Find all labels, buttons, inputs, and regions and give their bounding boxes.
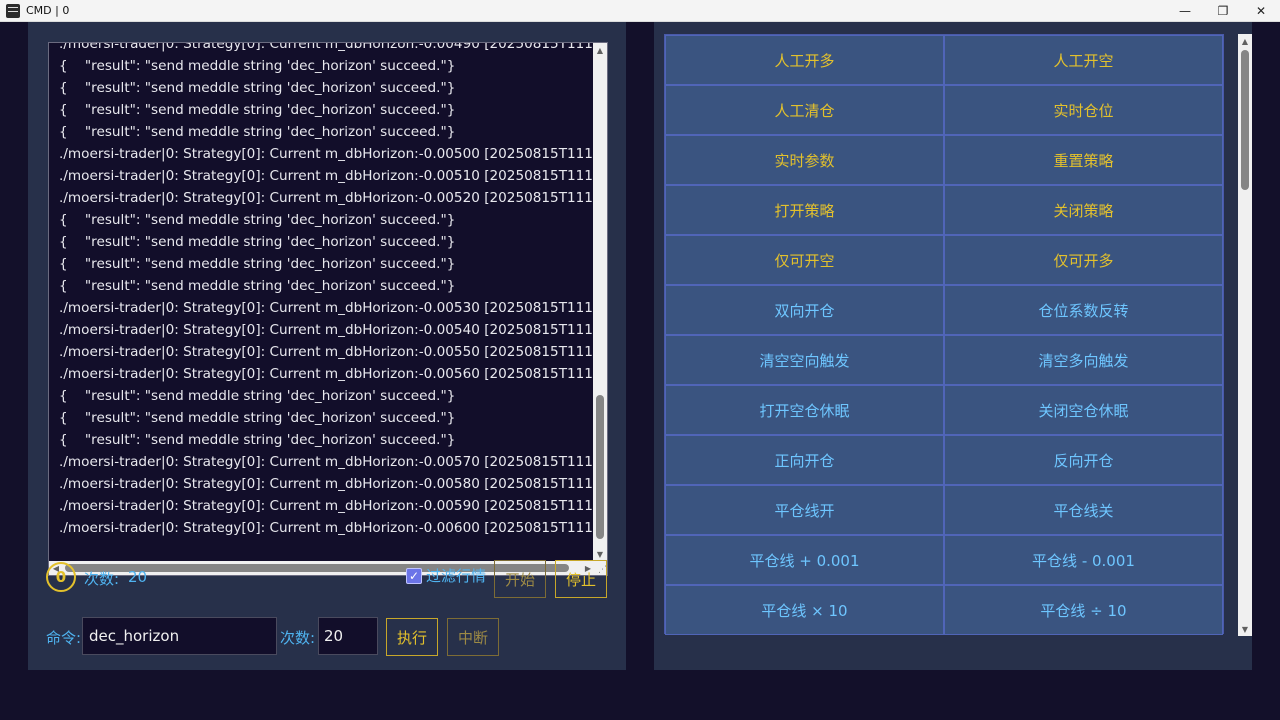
console-line: { "result": "send meddle string 'dec_hor… (59, 410, 456, 426)
command-input[interactable]: dec_horizon (82, 617, 277, 655)
action-button[interactable]: 正向开仓 (665, 435, 944, 485)
action-button[interactable]: 仅可开空 (665, 235, 944, 285)
left-panel: ./moersi-trader|0: Strategy[0]: Current … (28, 22, 626, 670)
action-button[interactable]: 关闭空仓休眠 (944, 385, 1223, 435)
filter-checkbox[interactable]: ✓ (406, 567, 422, 584)
count-badge: 0 (46, 562, 76, 592)
console-line: ./moersi-trader|0: Strategy[0]: Current … (59, 498, 595, 514)
execute-button[interactable]: 执行 (386, 618, 438, 656)
command-label: 命令: (46, 629, 82, 647)
title-bar: CMD | 0 — ❐ ✕ (0, 0, 1280, 22)
console-line: { "result": "send meddle string 'dec_hor… (59, 388, 456, 404)
count-label: 次数: (84, 570, 120, 588)
action-button[interactable]: 打开策略 (665, 185, 944, 235)
scroll-thumb[interactable] (1241, 50, 1249, 190)
window-controls: — ❐ ✕ (1166, 0, 1280, 22)
stop-button[interactable]: 停止 (555, 560, 607, 598)
action-button[interactable]: 实时仓位 (944, 85, 1223, 135)
actions-vertical-scrollbar[interactable]: ▲ ▼ (1238, 34, 1252, 636)
console-vertical-scrollbar[interactable]: ▲ ▼ (593, 43, 607, 561)
action-button[interactable]: 人工开多 (665, 35, 944, 85)
console-line: { "result": "send meddle string 'dec_hor… (59, 102, 456, 118)
console-line: { "result": "send meddle string 'dec_hor… (59, 432, 456, 448)
action-button[interactable]: 人工清仓 (665, 85, 944, 135)
console-line: { "result": "send meddle string 'dec_hor… (59, 234, 456, 250)
right-panel: 人工开多 人工开空 人工清仓 实时仓位 实时参数 重置策略 打开策略 关闭策略 仅可开空 仅可开多… (654, 22, 1252, 670)
console-line: { "result": "send meddle string 'dec_hor… (59, 80, 456, 96)
console-line: ./moersi-trader|0: Strategy[0]: Current … (59, 476, 595, 492)
console-lines: ./moersi-trader|0: Strategy[0]: Current … (59, 42, 595, 539)
console-line: { "result": "send meddle string 'dec_hor… (59, 278, 456, 294)
action-button[interactable]: 平仓线开 (665, 485, 944, 535)
command-row: 命令: dec_horizon 次数: 20 执行 中断 (46, 616, 612, 656)
console-line: ./moersi-trader|0: Strategy[0]: Current … (59, 454, 595, 470)
status-row: 0 次数: 20 ✓ 过滤行情 开始 停止 (46, 560, 612, 600)
times-input[interactable]: 20 (318, 617, 378, 655)
interrupt-button[interactable]: 中断 (447, 618, 499, 656)
count-value: 20 (128, 568, 148, 586)
times-label: 次数: (280, 629, 316, 647)
console-line: ./moersi-trader|0: Strategy[0]: Current … (59, 344, 595, 360)
start-button[interactable]: 开始 (494, 560, 546, 598)
action-button[interactable]: 平仓线关 (944, 485, 1223, 535)
action-button[interactable]: 清空多向触发 (944, 335, 1223, 385)
action-button[interactable]: 仅可开多 (944, 235, 1223, 285)
action-button[interactable]: 关闭策略 (944, 185, 1223, 235)
maximize-button[interactable]: ❐ (1204, 0, 1242, 22)
console-line: ./moersi-trader|0: Strategy[0]: Current … (59, 146, 595, 162)
terminal-icon (6, 3, 20, 18)
action-button[interactable]: 实时参数 (665, 135, 944, 185)
console-line: { "result": "send meddle string 'dec_hor… (59, 124, 456, 140)
console-line: ./moersi-trader|0: Strategy[0]: Current … (59, 300, 595, 316)
minimize-button[interactable]: — (1166, 0, 1204, 22)
console-line: ./moersi-trader|0: Strategy[0]: Current … (59, 322, 595, 338)
window-title: CMD | 0 (26, 4, 70, 17)
action-button[interactable]: 反向开仓 (944, 435, 1223, 485)
action-button[interactable]: 重置策略 (944, 135, 1223, 185)
action-button[interactable]: 打开空仓休眠 (665, 385, 944, 435)
filter-checkbox-group[interactable]: ✓ 过滤行情 (406, 565, 486, 586)
console-output[interactable]: ./moersi-trader|0: Strategy[0]: Current … (48, 42, 608, 576)
console-line: { "result": "send meddle string 'dec_hor… (59, 256, 456, 272)
console-line: ./moersi-trader|0: Strategy[0]: Current … (59, 520, 595, 536)
scroll-down-icon[interactable]: ▼ (593, 547, 607, 561)
action-button-grid: 人工开多 人工开空 人工清仓 实时仓位 实时参数 重置策略 打开策略 关闭策略 仅可开空 仅可开多… (664, 34, 1224, 635)
action-button[interactable]: 平仓线 ÷ 10 (944, 585, 1223, 635)
action-button[interactable]: 双向开仓 (665, 285, 944, 335)
scroll-up-icon[interactable]: ▲ (1238, 34, 1252, 48)
close-button[interactable]: ✕ (1242, 0, 1280, 22)
console-line: ./moersi-trader|0: Strategy[0]: Current … (59, 168, 595, 184)
console-line: ./moersi-trader|0: Strategy[0]: Current … (59, 42, 595, 52)
console-line: { "result": "send meddle string 'dec_hor… (59, 58, 456, 74)
scroll-thumb[interactable] (596, 395, 604, 539)
action-button[interactable]: 清空空向触发 (665, 335, 944, 385)
console-line: ./moersi-trader|0: Strategy[0]: Current … (59, 366, 595, 382)
action-button[interactable]: 人工开空 (944, 35, 1223, 85)
action-button[interactable]: 仓位系数反转 (944, 285, 1223, 335)
scroll-down-icon[interactable]: ▼ (1238, 622, 1252, 636)
action-button[interactable]: 平仓线 + 0.001 (665, 535, 944, 585)
filter-label[interactable]: 过滤行情 (426, 565, 486, 586)
console-line: ./moersi-trader|0: Strategy[0]: Current … (59, 190, 595, 206)
action-button[interactable]: 平仓线 × 10 (665, 585, 944, 635)
console-line: { "result": "send meddle string 'dec_hor… (59, 212, 456, 228)
action-button[interactable]: 平仓线 - 0.001 (944, 535, 1223, 585)
scroll-up-icon[interactable]: ▲ (593, 43, 607, 57)
